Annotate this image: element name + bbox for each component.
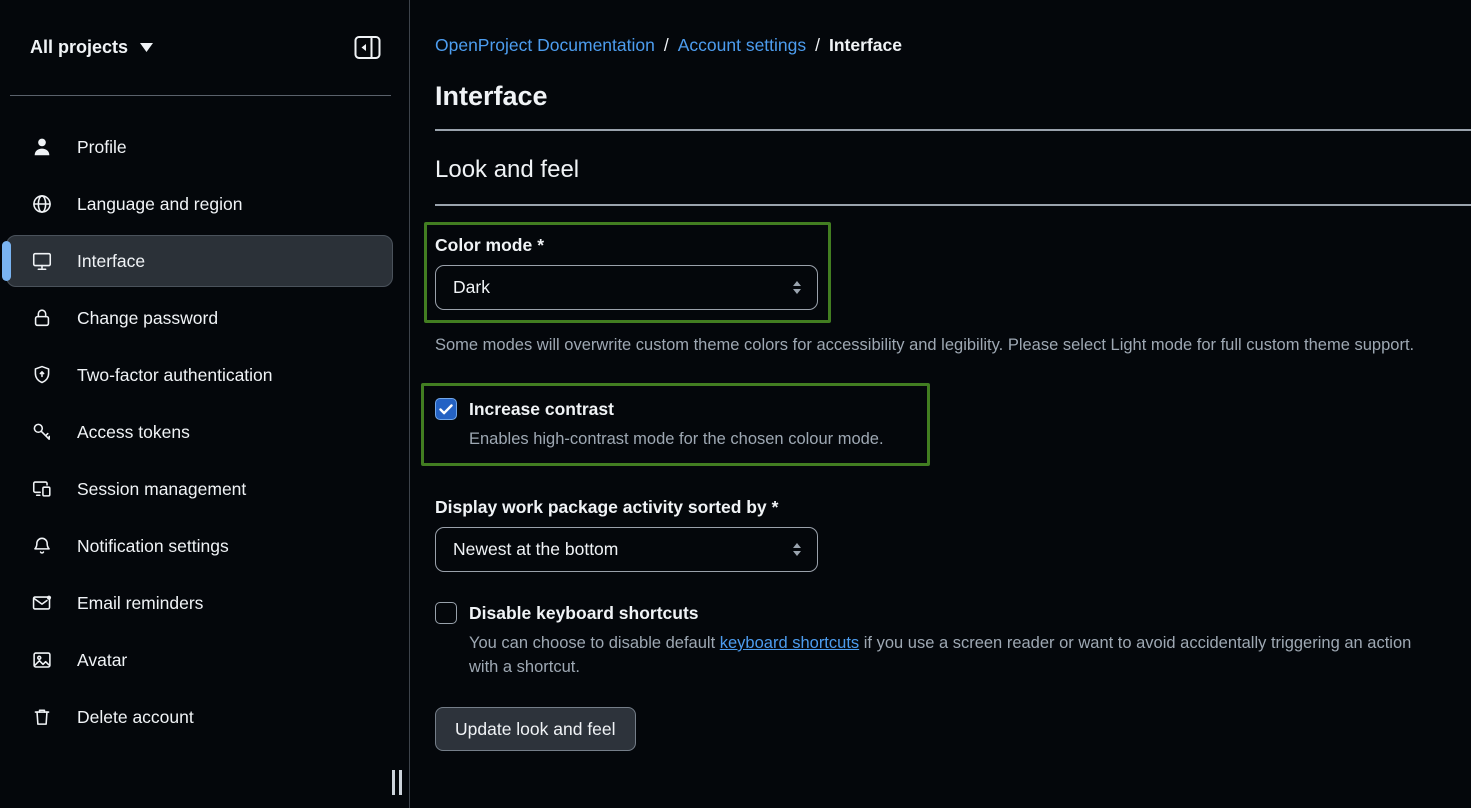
required-mark: *	[537, 235, 544, 255]
main-content: OpenProject Documentation / Account settin…	[410, 0, 1471, 808]
all-projects-label: All projects	[30, 37, 128, 58]
section-divider	[435, 204, 1471, 206]
sidebar-item-delete-account[interactable]: Delete account	[6, 691, 393, 743]
shield-icon	[31, 364, 53, 386]
chevron-down-icon	[140, 43, 153, 52]
mail-dot-icon	[31, 592, 53, 614]
account-settings-menu: Profile Language and region Interface Chang…	[0, 96, 409, 743]
select-arrows-icon	[791, 279, 803, 296]
lock-icon	[31, 307, 53, 329]
sidebar-item-interface[interactable]: Interface	[6, 235, 393, 287]
devices-icon	[31, 478, 53, 500]
annotation-box-color-mode: Color mode* Dark	[424, 222, 831, 323]
disable-shortcuts-label: Disable keyboard shortcuts	[469, 603, 699, 624]
sidebar-item-notification-settings[interactable]: Notification settings	[6, 520, 393, 572]
sidebar-item-avatar[interactable]: Avatar	[6, 634, 393, 686]
select-arrows-icon	[791, 541, 803, 558]
sidebar-item-label: Profile	[77, 137, 127, 158]
activity-sort-label: Display work package activity sorted by*	[435, 497, 1471, 518]
sidebar-header: All projects	[0, 0, 409, 95]
title-divider	[435, 129, 1471, 131]
sidebar-item-label: Notification settings	[77, 536, 229, 557]
activity-sort-selected-value: Newest at the bottom	[453, 539, 791, 560]
section-title-look-and-feel: Look and feel	[435, 156, 1471, 184]
sidebar-item-session-management[interactable]: Session management	[6, 463, 393, 515]
activity-sort-select[interactable]: Newest at the bottom	[435, 527, 818, 572]
color-mode-label: Color mode*	[435, 235, 818, 256]
breadcrumb-separator: /	[815, 35, 820, 56]
monitor-icon	[31, 250, 53, 272]
sidebar-item-profile[interactable]: Profile	[6, 121, 393, 173]
sidebar-item-label: Avatar	[77, 650, 127, 671]
globe-icon	[31, 193, 53, 215]
sidebar-item-label: Two-factor authentication	[77, 365, 273, 386]
sidebar-item-label: Language and region	[77, 194, 242, 215]
key-icon	[31, 421, 53, 443]
annotation-box-increase-contrast: Increase contrast Enables high-contrast …	[421, 383, 930, 466]
sidebar-resize-handle[interactable]	[392, 770, 402, 795]
breadcrumb: OpenProject Documentation / Account settin…	[435, 0, 1471, 56]
breadcrumb-item-account-settings[interactable]: Account settings	[678, 35, 806, 56]
image-icon	[31, 649, 53, 671]
disable-shortcuts-checkbox[interactable]	[435, 602, 457, 624]
collapse-sidebar-icon	[354, 35, 381, 60]
bell-icon	[31, 535, 53, 557]
breadcrumb-item-interface: Interface	[829, 35, 902, 56]
sidebar-item-access-tokens[interactable]: Access tokens	[6, 406, 393, 458]
color-mode-select[interactable]: Dark	[435, 265, 818, 310]
sidebar-item-label: Change password	[77, 308, 218, 329]
person-icon	[31, 136, 53, 158]
increase-contrast-label: Increase contrast	[469, 399, 614, 420]
required-mark: *	[772, 497, 779, 517]
breadcrumb-separator: /	[664, 35, 669, 56]
sidebar-item-two-factor-authentication[interactable]: Two-factor authentication	[6, 349, 393, 401]
sidebar-item-label: Access tokens	[77, 422, 190, 443]
increase-contrast-checkbox[interactable]	[435, 398, 457, 420]
sidebar: All projects Profile Language and region I…	[0, 0, 410, 808]
sidebar-item-label: Session management	[77, 479, 246, 500]
sidebar-item-language-and-region[interactable]: Language and region	[6, 178, 393, 230]
sidebar-item-label: Delete account	[77, 707, 194, 728]
sidebar-item-email-reminders[interactable]: Email reminders	[6, 577, 393, 629]
collapse-sidebar-button[interactable]	[354, 35, 381, 60]
sidebar-item-label: Email reminders	[77, 593, 203, 614]
color-mode-hint: Some modes will overwrite custom theme c…	[435, 333, 1437, 357]
page-title: Interface	[435, 81, 1471, 112]
sidebar-item-label: Interface	[77, 251, 145, 272]
all-projects-dropdown[interactable]: All projects	[30, 37, 153, 58]
page: { "colors": { "background": "#04070b", "…	[0, 0, 1471, 808]
keyboard-shortcuts-link[interactable]: keyboard shortcuts	[720, 634, 859, 652]
active-item-indicator	[2, 241, 11, 281]
breadcrumb-item-openproject-documentation[interactable]: OpenProject Documentation	[435, 35, 655, 56]
check-icon	[439, 404, 453, 415]
color-mode-selected-value: Dark	[453, 277, 791, 298]
disable-shortcuts-hint: You can choose to disable default keyboa…	[469, 631, 1444, 679]
trash-icon	[31, 706, 53, 728]
update-look-and-feel-button[interactable]: Update look and feel	[435, 707, 636, 751]
sidebar-item-change-password[interactable]: Change password	[6, 292, 393, 344]
increase-contrast-hint: Enables high-contrast mode for the chose…	[469, 427, 913, 451]
